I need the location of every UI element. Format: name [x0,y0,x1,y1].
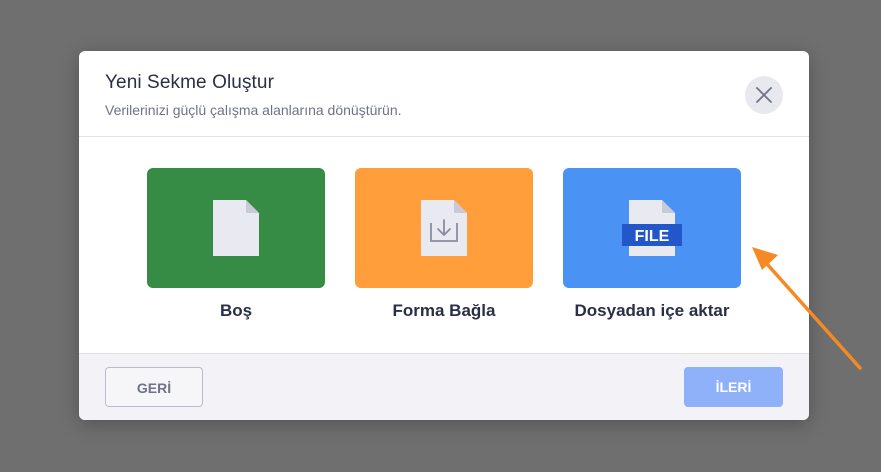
option-blank[interactable]: Boş [147,168,325,321]
dialog-footer: GERİ İLERİ [79,353,809,420]
back-button[interactable]: GERİ [105,367,203,407]
document-download-icon [421,200,467,256]
blank-document-icon [213,200,259,256]
option-link-form-label: Forma Bağla [392,301,496,320]
close-button[interactable] [745,76,783,114]
dialog-title: Yeni Sekme Oluştur [105,72,275,93]
option-link-form-tile[interactable] [355,168,533,288]
option-import-file[interactable]: FILE Dosyadan içe aktar [563,168,741,321]
file-badge-text: FILE [635,228,670,245]
close-icon [756,87,772,103]
option-blank-tile[interactable] [147,168,325,288]
annotation-arrow-icon [752,247,862,370]
option-link-form[interactable]: Forma Bağla [355,168,533,321]
dialog-header: Yeni Sekme Oluştur Verilerinizi güçlü ça… [79,51,809,137]
option-blank-label: Boş [219,301,253,320]
create-tab-dialog: Yeni Sekme Oluştur Verilerinizi güçlü ça… [79,51,809,420]
option-import-file-tile[interactable]: FILE [563,168,741,288]
option-list: Boş Forma Bağla FILE Dosyadan içe aktar [79,137,809,353]
option-import-file-label: Dosyadan içe aktar [574,301,730,320]
file-import-icon: FILE [622,200,682,256]
dialog-subtitle: Verilerinizi güçlü çalışma alanlarına dö… [105,102,402,118]
